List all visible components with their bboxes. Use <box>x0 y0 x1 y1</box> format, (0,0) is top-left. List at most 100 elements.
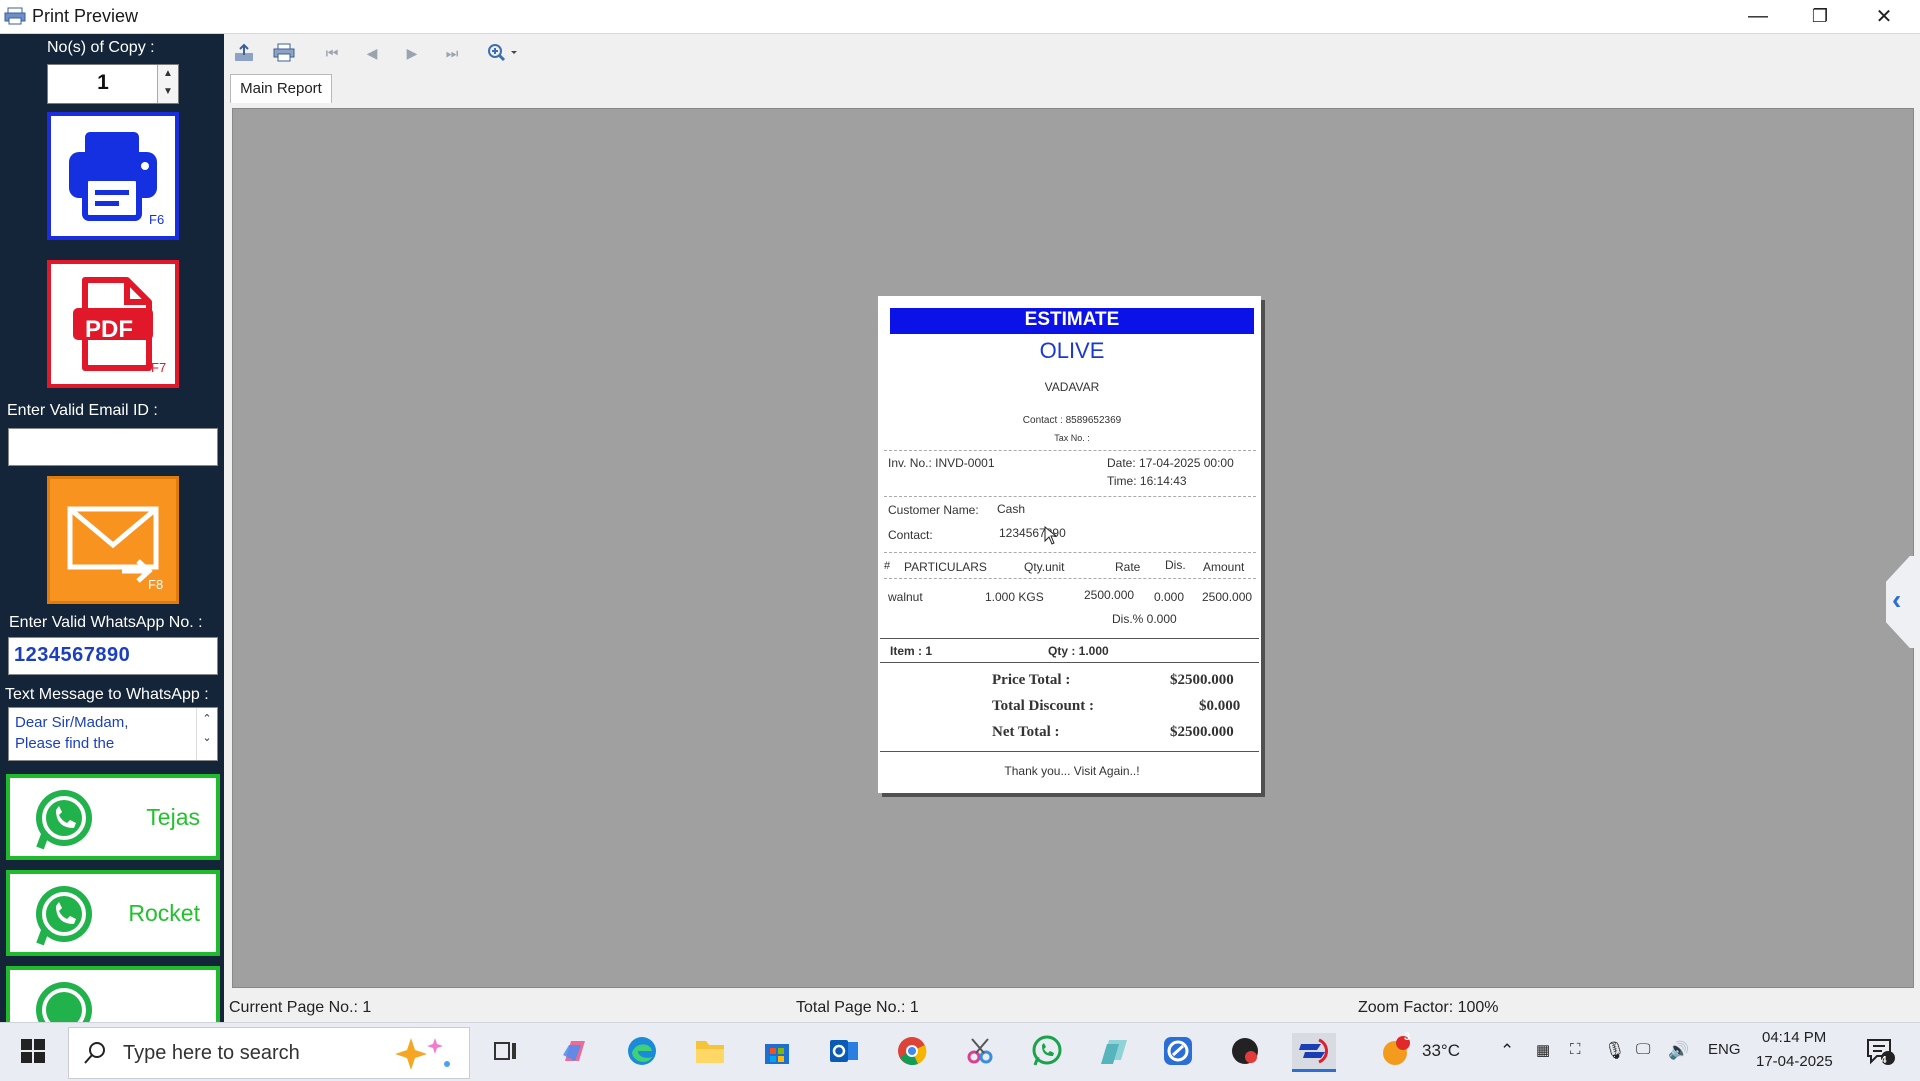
email-field[interactable] <box>8 428 218 466</box>
export-icon[interactable] <box>232 42 256 64</box>
restore-button[interactable]: ❐ <box>1790 0 1850 33</box>
scroll-down-icon[interactable]: ⌄ <box>197 731 217 744</box>
microphone-icon[interactable]: 🎙 <box>1604 1041 1626 1061</box>
divider <box>884 450 1256 451</box>
current-page: Current Page No.: 1 <box>229 999 372 1016</box>
outlook-icon[interactable] <box>826 1033 862 1069</box>
taskbar: Type here to search 3 33°C ⌃ ▦ ⛶ 🎙 🖵 🔊 E… <box>0 1022 1920 1081</box>
whatsapp-button-rocket[interactable]: Rocket <box>6 870 220 956</box>
print-key-hint: F6 <box>149 212 165 227</box>
divider <box>880 751 1259 752</box>
spin-up-icon[interactable]: ▲ <box>158 65 178 83</box>
close-button[interactable]: ✕ <box>1854 0 1914 33</box>
temperature[interactable]: 33°C <box>1422 1041 1460 1061</box>
invoice-date: Date: 17-04-2025 00:00 <box>1107 456 1234 470</box>
clock-date[interactable]: 17-04-2025 <box>1756 1053 1833 1070</box>
next-page-icon[interactable]: ▶ <box>400 42 424 64</box>
column-number: # <box>884 560 891 572</box>
windows-start-icon[interactable] <box>15 1033 51 1069</box>
invoice-time: Time: 16:14:43 <box>1107 474 1187 488</box>
email-key-hint: F8 <box>148 577 164 592</box>
whatsapp-message-field[interactable]: Dear Sir/Madam, Please find the ⌃ ⌄ <box>8 707 218 761</box>
chevron-left-icon[interactable]: ‹ <box>1892 584 1901 616</box>
email-send-button[interactable]: F8 <box>47 476 179 604</box>
billing-app-icon[interactable] <box>1292 1033 1336 1072</box>
net-total-value: $2500.000 <box>1170 724 1234 740</box>
estimate-header: ESTIMATE <box>1024 309 1120 330</box>
company-contact: Contact : 8589652369 <box>1022 415 1122 426</box>
copies-value[interactable]: 1 <box>48 71 158 95</box>
scroll-up-icon[interactable]: ⌃ <box>197 712 217 725</box>
whatsapp-icon <box>36 982 92 1022</box>
column-qty: Qty.unit <box>1024 560 1065 574</box>
message-scrollbar[interactable]: ⌃ ⌄ <box>196 708 217 760</box>
email-label: Enter Valid Email ID : <box>7 402 158 419</box>
chevron-up-icon[interactable]: ⌃ <box>1500 1041 1514 1061</box>
tray-device-icon[interactable]: ▦ <box>1536 1041 1550 1059</box>
whatsapp-button-label: Rocket <box>128 900 200 926</box>
whatsapp-number-label: Enter Valid WhatsApp No. : <box>9 614 203 631</box>
pdf-key-hint: F7 <box>151 360 167 375</box>
zoom-icon[interactable] <box>484 42 524 64</box>
edge-icon[interactable] <box>624 1033 660 1069</box>
printer-app-icon <box>4 7 26 25</box>
app-icon-blue[interactable] <box>1160 1033 1196 1069</box>
chrome-icon[interactable] <box>894 1033 930 1069</box>
microsoft-store-icon[interactable] <box>759 1033 795 1069</box>
print-toolbar-icon[interactable] <box>272 42 296 64</box>
total-discount-label: Total Discount : <box>992 698 1094 714</box>
minimize-button[interactable]: — <box>1728 0 1788 33</box>
file-explorer-icon[interactable] <box>692 1033 728 1069</box>
item-discount: 0.000 <box>1154 590 1185 604</box>
print-button[interactable]: F6 <box>47 112 179 240</box>
item-discount-percent: Dis.% 0.000 <box>1112 612 1177 626</box>
whatsapp-message-label: Text Message to WhatsApp : <box>5 686 209 703</box>
item-rate: 2500.000 <box>1084 588 1135 602</box>
pdf-text: PDF <box>85 316 133 343</box>
total-pages: Total Page No.: 1 <box>796 999 919 1016</box>
copies-spin[interactable]: ▲ ▼ <box>157 65 178 103</box>
snipping-tool-icon[interactable] <box>962 1033 998 1069</box>
tax-number: Tax No. : <box>1054 433 1090 443</box>
taskbar-search[interactable]: Type here to search <box>68 1027 470 1079</box>
spin-down-icon[interactable]: ▼ <box>158 83 178 101</box>
whatsapp-button-tejas[interactable]: Tejas <box>6 774 220 860</box>
task-view-icon[interactable] <box>487 1033 523 1069</box>
search-placeholder: Type here to search <box>123 1042 300 1064</box>
copies-label: No(s) of Copy : <box>47 39 155 56</box>
divider <box>880 638 1259 639</box>
customer-contact-label: Contact: <box>888 528 933 542</box>
first-page-icon[interactable]: ⏮ <box>320 42 344 64</box>
price-total-value: $2500.000 <box>1170 672 1234 688</box>
app-icon-dark[interactable] <box>1227 1033 1263 1069</box>
last-page-icon[interactable]: ⏭ <box>440 42 464 64</box>
message-line-2: Please find the <box>15 735 115 752</box>
divider <box>880 662 1259 663</box>
zoom-factor: Zoom Factor: 100% <box>1358 999 1499 1016</box>
price-total-label: Price Total : <box>992 672 1071 688</box>
divider <box>884 496 1256 497</box>
language-indicator[interactable]: ENG <box>1708 1041 1741 1058</box>
whatsapp-icon <box>36 886 92 946</box>
whatsapp-button-3[interactable] <box>6 966 220 1022</box>
whatsapp-number-field[interactable]: 1234567890 <box>8 637 218 675</box>
toolbar: ⏮ ◀ ▶ ⏭ <box>228 34 1920 72</box>
net-total-label: Net Total : <box>992 724 1060 740</box>
divider <box>884 552 1256 553</box>
tab-main-report[interactable]: Main Report <box>230 74 332 103</box>
copilot-icon[interactable] <box>557 1033 593 1069</box>
column-particulars: PARTICULARS <box>904 560 987 574</box>
notification-icon[interactable] <box>1862 1033 1898 1069</box>
tray-usb-icon[interactable]: ⛶ <box>1570 1041 1581 1058</box>
whatsapp-taskbar-icon[interactable] <box>1029 1033 1065 1069</box>
column-amount: Amount <box>1203 560 1245 574</box>
pdf-button[interactable]: PDF F7 <box>47 260 179 388</box>
notes-app-icon[interactable] <box>1096 1033 1132 1069</box>
previous-page-icon[interactable]: ◀ <box>360 42 384 64</box>
qty-total: Qty : 1.000 <box>1048 644 1109 658</box>
clock-time[interactable]: 04:14 PM <box>1762 1029 1826 1046</box>
window-title: Print Preview <box>32 6 139 26</box>
network-icon[interactable]: 🖵 <box>1636 1041 1650 1058</box>
copies-stepper[interactable]: 1 ▲ ▼ <box>47 64 179 104</box>
volume-icon[interactable]: 🔊 <box>1668 1041 1689 1061</box>
